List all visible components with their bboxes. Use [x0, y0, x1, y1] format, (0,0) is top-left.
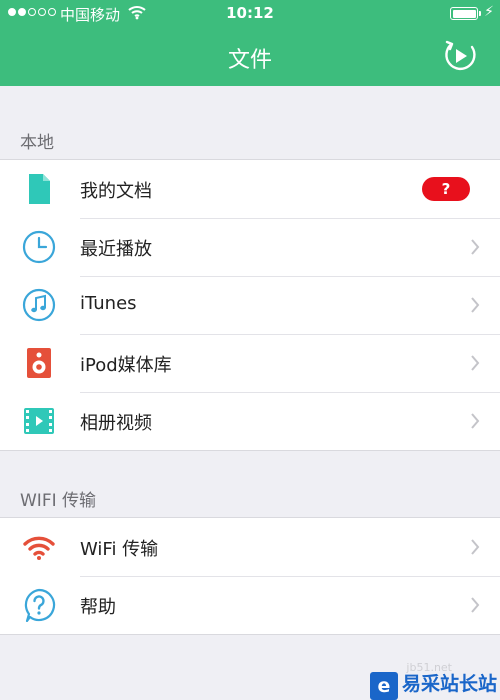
- chevron-right-icon: [471, 597, 480, 613]
- wifi-list: WiFi 传输 帮助: [0, 517, 500, 635]
- chevron-right-icon: [471, 297, 480, 313]
- clock-time: 10:12: [226, 4, 274, 22]
- list-item-label: 我的文档: [80, 181, 152, 202]
- watermark-text: 易采站长站: [402, 673, 498, 695]
- speaker-icon: [27, 348, 51, 378]
- list-item-wifi-transfer[interactable]: WiFi 传输: [0, 518, 500, 576]
- help-badge: ?: [422, 177, 470, 201]
- battery-icon: [450, 7, 481, 20]
- document-icon: [29, 174, 50, 204]
- help-icon: [24, 588, 56, 622]
- list-item-label: 最近播放: [80, 239, 152, 260]
- list-item-help[interactable]: 帮助: [0, 576, 500, 634]
- film-icon: [24, 408, 54, 434]
- section-header-local: 本地: [20, 133, 54, 153]
- status-bar: 中国移动 10:12 ⚡: [0, 0, 500, 28]
- music-note-icon: [22, 288, 56, 322]
- local-list: 我的文档 ? 最近播放 iTunes iPod媒体库 相册视频: [0, 159, 500, 451]
- list-item-album-videos[interactable]: 相册视频: [0, 392, 500, 450]
- app-header: 中国移动 10:12 ⚡ 文件: [0, 0, 500, 86]
- chevron-right-icon: [471, 355, 480, 371]
- watermark-logo-icon: e: [370, 672, 398, 700]
- chevron-right-icon: [471, 239, 480, 255]
- chevron-right-icon: [471, 539, 480, 555]
- site-watermark: jb51.net e 易采站长站: [370, 661, 500, 700]
- list-item-my-documents[interactable]: 我的文档 ?: [0, 160, 500, 218]
- list-item-label: 相册视频: [80, 413, 152, 434]
- list-item-ipod-library[interactable]: iPod媒体库: [0, 334, 500, 392]
- chevron-right-icon: [471, 413, 480, 429]
- wifi-icon: [23, 536, 55, 560]
- page-title: 文件: [227, 48, 272, 73]
- clock-icon: [22, 230, 56, 264]
- play-circle-icon[interactable]: [442, 38, 478, 74]
- charging-bolt-icon: ⚡: [484, 4, 494, 20]
- list-item-label: 帮助: [80, 597, 116, 618]
- list-item-recent-plays[interactable]: 最近播放: [0, 218, 500, 276]
- list-item-label: iPod媒体库: [80, 355, 172, 376]
- list-item-label: WiFi 传输: [80, 539, 159, 560]
- section-header-wifi: WIFI 传输: [20, 491, 97, 511]
- list-item-itunes[interactable]: iTunes: [0, 276, 500, 334]
- list-item-label: iTunes: [80, 293, 137, 314]
